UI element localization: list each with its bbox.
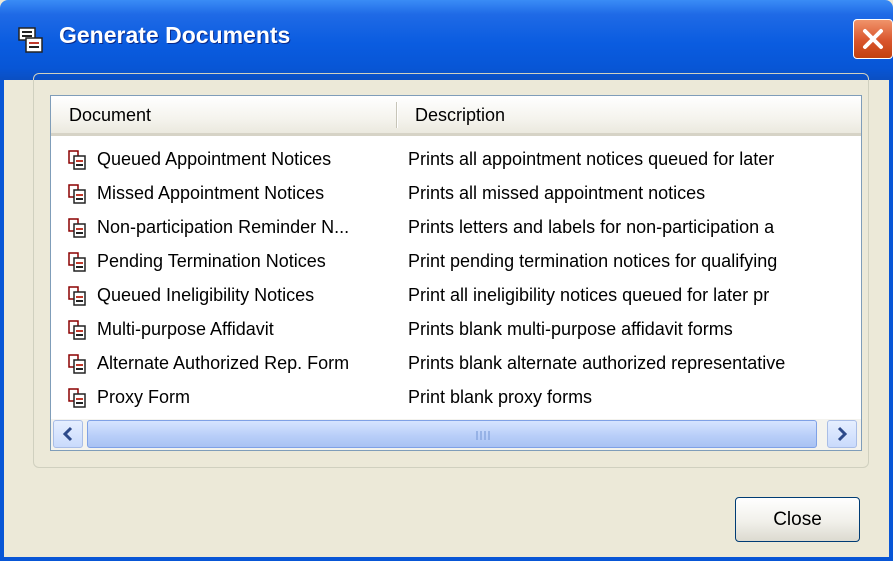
list-item[interactable]: Missed Appointment Notices Prints all mi… <box>51 176 861 210</box>
document-name: Multi-purpose Affidavit <box>97 319 274 339</box>
list-item[interactable]: Proxy Form Print blank proxy forms <box>51 380 861 414</box>
list-header: Document Description <box>51 96 861 136</box>
scroll-thumb[interactable] <box>87 420 817 448</box>
document-print-icon <box>68 286 86 306</box>
document-print-icon <box>68 150 86 170</box>
scroll-left-button[interactable] <box>53 420 83 448</box>
document-name: Missed Appointment Notices <box>97 183 325 203</box>
document-description: Print blank proxy forms <box>408 387 593 407</box>
document-description: Prints all appointment notices queued fo… <box>408 149 775 169</box>
printer-app-icon <box>18 27 43 53</box>
document-description: Print all ineligibility notices queued f… <box>408 285 770 305</box>
document-description: Prints letters and labels for non-partic… <box>408 217 775 237</box>
document-description: Print pending termination notices for qu… <box>408 251 778 271</box>
document-print-icon <box>68 388 86 408</box>
document-print-icon <box>68 354 86 374</box>
list-item[interactable]: Non-participation Reminder N... Prints l… <box>51 210 861 244</box>
column-separator[interactable] <box>396 102 398 128</box>
document-print-icon <box>68 320 86 340</box>
document-name: Alternate Authorized Rep. Form <box>97 353 350 373</box>
close-button[interactable]: Close <box>735 497 860 542</box>
list-item[interactable]: Multi-purpose Affidavit Prints blank mul… <box>51 312 861 346</box>
list-item[interactable]: Queued Appointment Notices Prints all ap… <box>51 142 861 176</box>
document-description: Prints blank alternate authorized repres… <box>408 353 786 373</box>
document-print-icon <box>68 184 86 204</box>
title-bar[interactable]: Generate Documents <box>0 0 893 80</box>
generate-documents-dialog: Generate Documents Document Description … <box>0 0 893 561</box>
close-x-icon <box>863 29 883 49</box>
documents-list[interactable]: Document Description Queued Appointment … <box>50 95 862 451</box>
chevron-right-icon <box>837 426 848 442</box>
close-window-button[interactable] <box>853 19 893 59</box>
list-item[interactable]: Alternate Authorized Rep. Form Prints bl… <box>51 346 861 380</box>
grip-icon <box>476 431 490 440</box>
window-title: Generate Documents <box>59 22 291 48</box>
column-header-description[interactable]: Description <box>415 105 505 126</box>
document-name: Proxy Form <box>97 387 191 407</box>
list-item[interactable]: Queued Ineligibility Notices Print all i… <box>51 278 861 312</box>
document-name: Queued Ineligibility Notices <box>97 285 315 305</box>
chevron-left-icon <box>62 426 73 442</box>
list-item[interactable]: Pending Termination Notices Print pendin… <box>51 244 861 278</box>
document-print-icon <box>68 218 86 238</box>
document-description: Prints all missed appointment notices <box>408 183 706 203</box>
document-description: Prints blank multi-purpose affidavit for… <box>408 319 733 339</box>
document-name: Non-participation Reminder N... <box>97 217 350 237</box>
column-header-document[interactable]: Document <box>69 105 151 126</box>
document-print-icon <box>68 252 86 272</box>
scroll-right-button[interactable] <box>827 420 857 448</box>
document-name: Pending Termination Notices <box>97 251 326 271</box>
horizontal-scrollbar[interactable] <box>51 419 861 450</box>
document-name: Queued Appointment Notices <box>97 149 332 169</box>
